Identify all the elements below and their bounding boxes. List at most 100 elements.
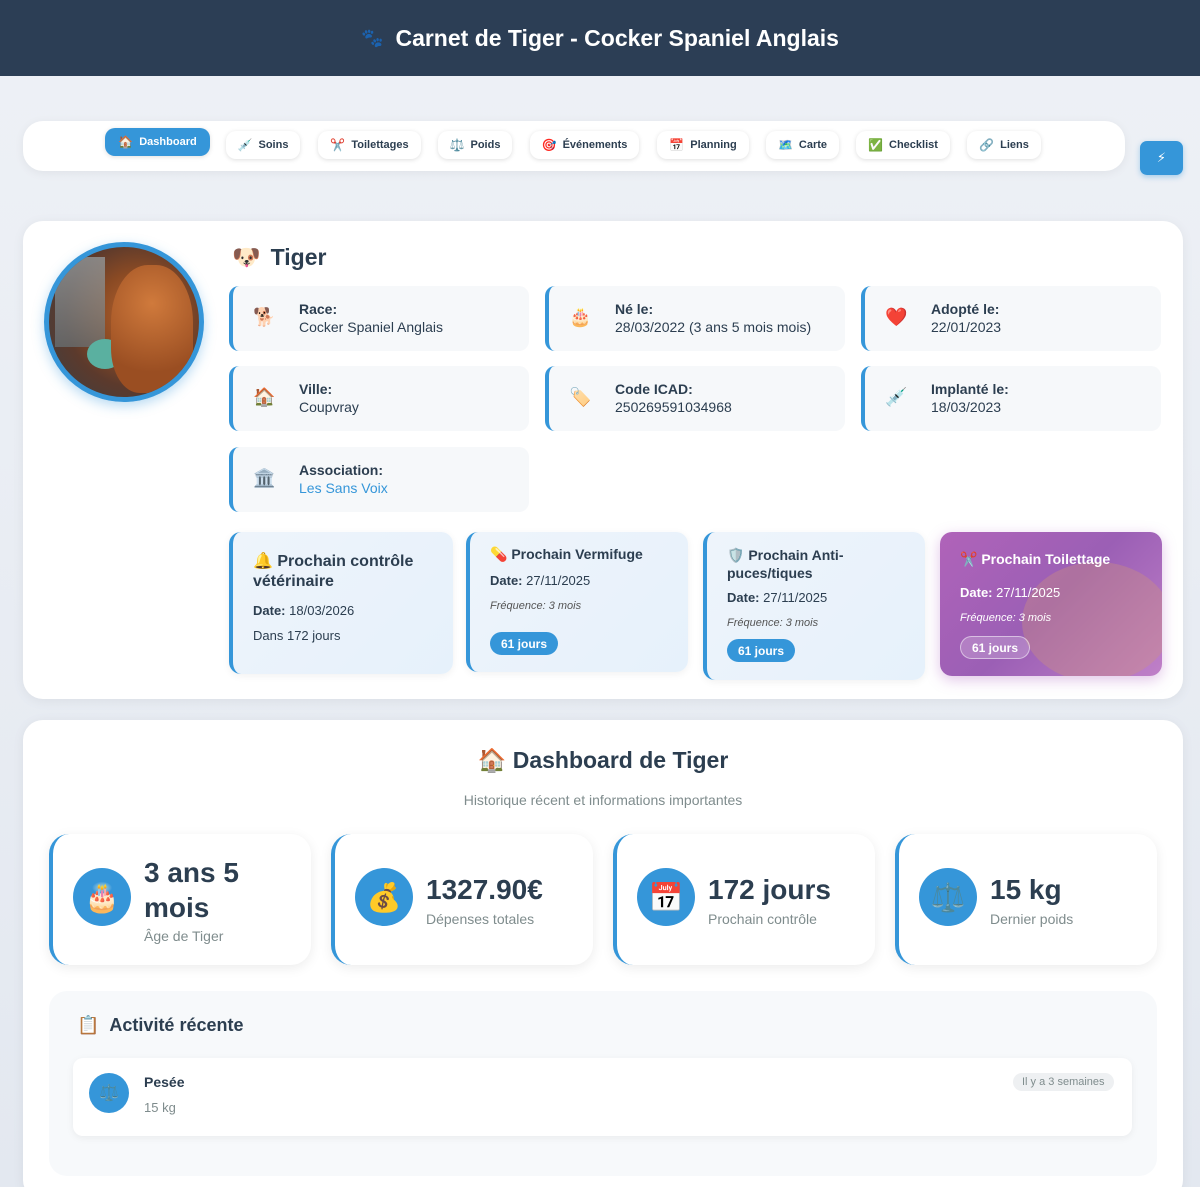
info-city: 🏠 Ville: Coupvray [229,366,529,431]
info-label: Implanté le: [931,381,1009,397]
map-icon: 🗺️ [777,138,793,152]
info-value: Cocker Spaniel Anglais [299,319,443,335]
avatar [44,242,204,402]
nav-soins-label: Soins [258,139,289,151]
info-association: 🏛️ Association: Les Sans Voix [229,447,529,512]
nav-soins[interactable]: 💉 Soins [226,131,300,159]
heart-icon: ❤️ [885,307,908,327]
info-value: 28/03/2022 (3 ans 5 mois mois) [615,319,812,335]
info-value: 250269591034968 [615,399,732,415]
reminder-title: Prochain contrôle vétérinaire [253,553,414,590]
reminder-frequency: Fréquence: 3 mois [960,612,1052,624]
reminder-date-label: Date: [490,573,523,588]
tag-icon: 🏷️ [569,387,592,407]
info-birth: 🎂 Né le: 28/03/2022 (3 ans 5 mois mois) [545,286,845,351]
scale-icon: ⚖️ [919,868,977,926]
shield-icon: 🛡️ [727,547,745,563]
home-icon: 🏠 [477,747,507,773]
info-value: Coupvray [299,399,359,415]
nav-dashboard-label: Dashboard [139,136,197,148]
house-icon: 🏠 [253,387,276,407]
days-badge: 61 jours [727,639,796,662]
stat-value: 172 jours [708,874,831,905]
reminder-vet: 🔔 Prochain contrôle vétérinaire Date: 18… [229,532,453,674]
nav-carte[interactable]: 🗺️ Carte [766,131,839,159]
reminder-date-label: Date: [253,603,286,618]
scale-icon: ⚖️ [449,138,465,152]
nav-liens-label: Liens [1000,139,1029,151]
nav-poids[interactable]: ⚖️ Poids [438,131,512,159]
stat-weight: ⚖️ 15 kg Dernier poids [895,834,1157,965]
app-header: 🐾 Carnet de Tiger - Cocker Spaniel Angla… [0,0,1200,76]
pill-icon: 💊 [490,546,508,562]
association-link[interactable]: Les Sans Voix [299,480,388,496]
info-adopted: ❤️ Adopté le: 22/01/2023 [861,286,1161,351]
days-badge: 61 jours [490,632,559,655]
reminder-frequency: Fréquence: 3 mois [490,600,582,612]
pet-name-text: Tiger [270,244,327,270]
activity-title: 📋 Activité récente [77,1015,243,1036]
activity-name: Pesée [144,1074,185,1090]
stat-expenses: 💰 1327.90€ Dépenses totales [331,834,593,965]
days-badge: 61 jours [960,636,1031,659]
nav-planning-label: Planning [690,139,737,151]
paw-icon: 🐾 [361,27,384,48]
info-label: Association: [299,462,384,478]
info-race: 🐕 Race: Cocker Spaniel Anglais [229,286,529,351]
reminder-date-label: Date: [727,590,760,605]
reminder-title: Prochain Vermifuge [511,546,643,562]
activity-time-badge: Il y a 3 semaines [1013,1073,1114,1091]
scale-icon: ⚖️ [89,1073,129,1113]
reminder-date-label: Date: [960,585,993,600]
syringe-icon: 💉 [885,387,908,407]
link-icon: 🔗 [979,138,995,152]
institution-icon: 🏛️ [253,468,276,488]
reminder-title: Prochain Anti-puces/tiques [727,547,844,581]
info-label: Né le: [615,301,654,317]
calendar-icon: 📅 [669,138,685,152]
reminder-deworm: 💊 Prochain Vermifuge Date: 27/11/2025 Fr… [466,532,688,672]
dashboard-title: 🏠 Dashboard de Tiger [0,747,1200,774]
reminder-flea: 🛡️ Prochain Anti-puces/tiques Date: 27/1… [703,532,925,680]
nav-toilettages-label: Toilettages [351,139,409,151]
activity-title-text: Activité récente [109,1015,244,1035]
nav-checklist[interactable]: ✅ Checklist [856,131,950,159]
stat-value: 15 kg [990,874,1062,905]
stat-caption: Dépenses totales [426,911,535,927]
reminder-date: 27/11/2025 [526,573,591,588]
info-label: Adopté le: [931,301,1000,317]
dog-face-icon: 🐶 [232,244,261,270]
cake-icon: 🎂 [569,307,592,327]
info-label: Code ICAD: [615,381,693,397]
cake-icon: 🎂 [73,868,131,926]
nav-poids-label: Poids [470,139,501,151]
clipboard-icon: 📋 [77,1015,100,1035]
stat-age: 🎂 3 ans 5 mois Âge de Tiger [49,834,311,965]
money-bag-icon: 💰 [355,868,413,926]
info-value: 22/01/2023 [931,319,1002,335]
nav-toilettages[interactable]: ✂️ Toilettages [318,131,421,159]
bell-icon: 🔔 [253,553,273,570]
info-label: Ville: [299,381,333,397]
stat-next-checkup: 📅 172 jours Prochain contrôle [613,834,875,965]
reminder-date: 27/11/2025 [996,585,1061,600]
info-icad: 🏷️ Code ICAD: 250269591034968 [545,366,845,431]
quick-action-button[interactable]: ⚡ [1140,141,1183,175]
nav-planning[interactable]: 📅 Planning [657,131,749,159]
nav-bar: 🏠 Dashboard 💉 Soins ✂️ Toilettages ⚖️ Po… [23,121,1125,171]
dashboard-subtitle: Historique récent et informations import… [463,792,743,808]
calendar-icon: 📅 [637,868,695,926]
activity-value: 15 kg [144,1100,176,1115]
app-title: Carnet de Tiger - Cocker Spaniel Anglais [395,24,839,51]
info-value: 18/03/2023 [931,399,1002,415]
bolt-icon: ⚡ [1156,150,1167,165]
nav-dashboard[interactable]: 🏠 Dashboard [105,128,210,156]
nav-evenements[interactable]: 🎯 Événements [530,131,639,159]
reminder-frequency: Fréquence: 3 mois [727,617,819,629]
nav-carte-label: Carte [798,139,828,151]
list-item[interactable]: ⚖️ Pesée 15 kg Il y a 3 semaines [73,1058,1132,1136]
nav-liens[interactable]: 🔗 Liens [967,131,1041,159]
reminder-date: 27/11/2025 [763,590,828,605]
reminder-date: 18/03/2026 [289,603,355,618]
pet-name: 🐶 Tiger [232,244,326,271]
